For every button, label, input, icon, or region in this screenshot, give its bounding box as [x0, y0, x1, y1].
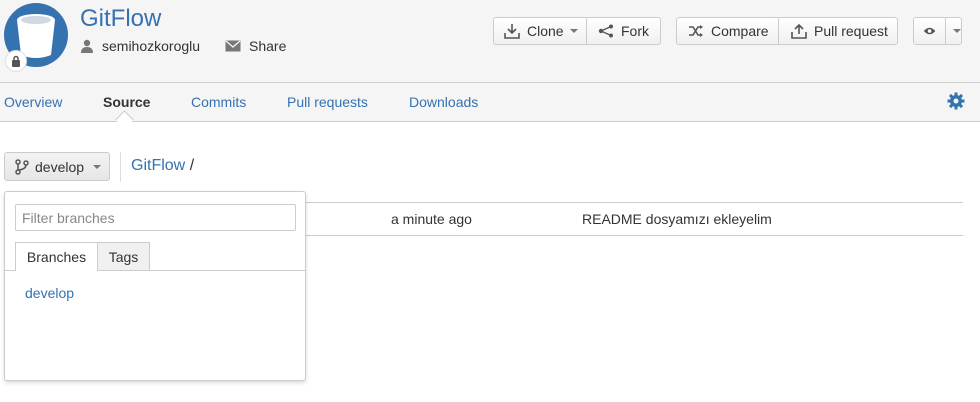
- watch-button[interactable]: [913, 17, 962, 45]
- chevron-down-icon: [953, 29, 961, 33]
- file-last-modified: a minute ago: [391, 211, 472, 227]
- tab-tags[interactable]: Tags: [97, 242, 150, 270]
- fork-icon: [598, 24, 613, 38]
- repo-title[interactable]: GitFlow: [80, 5, 161, 33]
- clone-label: Clone: [527, 23, 564, 39]
- file-commit-message[interactable]: README dosyamızı ekleyelim: [582, 211, 772, 227]
- tab-downloads[interactable]: Downloads: [409, 94, 478, 110]
- download-icon: [504, 24, 520, 39]
- tab-pull-requests[interactable]: Pull requests: [287, 94, 368, 110]
- branch-list-item[interactable]: develop: [25, 285, 74, 301]
- pull-request-label: Pull request: [814, 23, 888, 39]
- table-border-top: [305, 202, 963, 203]
- branch-dropdown: Branches Tags develop: [4, 191, 306, 381]
- lock-icon: [5, 50, 27, 72]
- upload-icon: [791, 23, 807, 39]
- fork-button[interactable]: Fork: [586, 17, 661, 45]
- branch-icon: [15, 158, 29, 175]
- fork-label: Fork: [621, 23, 649, 39]
- filter-branches-input[interactable]: [15, 204, 296, 231]
- compare-label: Compare: [711, 23, 769, 39]
- breadcrumb-separator: /: [189, 157, 195, 174]
- eye-icon: [923, 27, 936, 35]
- divider: [120, 152, 121, 182]
- pull-request-button[interactable]: Pull request: [778, 17, 898, 45]
- owner-link[interactable]: semihozkoroglu: [80, 38, 200, 54]
- breadcrumb: GitFlow /: [131, 157, 194, 175]
- gear-icon[interactable]: [947, 92, 965, 115]
- active-tab-pointer: [115, 110, 134, 129]
- tab-branches[interactable]: Branches: [15, 242, 98, 271]
- tab-commits[interactable]: Commits: [191, 94, 246, 110]
- owner-name: semihozkoroglu: [102, 38, 201, 54]
- user-icon: [81, 39, 93, 53]
- breadcrumb-repo-link[interactable]: GitFlow: [131, 157, 185, 174]
- tab-overview[interactable]: Overview: [4, 94, 62, 110]
- chevron-down-icon: [93, 164, 102, 169]
- compare-icon: [689, 25, 703, 37]
- envelope-icon: [225, 40, 241, 52]
- branch-selector-button[interactable]: develop: [4, 152, 110, 181]
- share-link[interactable]: Share: [225, 38, 286, 54]
- branch-name: develop: [35, 158, 85, 175]
- chevron-down-icon: [569, 29, 578, 33]
- repo-nav: Overview Source Commits Pull requests Do…: [0, 83, 980, 129]
- share-label: Share: [249, 38, 287, 54]
- clone-button[interactable]: Clone: [493, 17, 587, 45]
- table-border-bottom: [305, 235, 963, 236]
- tab-source[interactable]: Source: [103, 94, 150, 110]
- compare-button[interactable]: Compare: [676, 17, 779, 45]
- repo-header: GitFlow semihozkoroglu Share Clone Fork: [0, 0, 980, 83]
